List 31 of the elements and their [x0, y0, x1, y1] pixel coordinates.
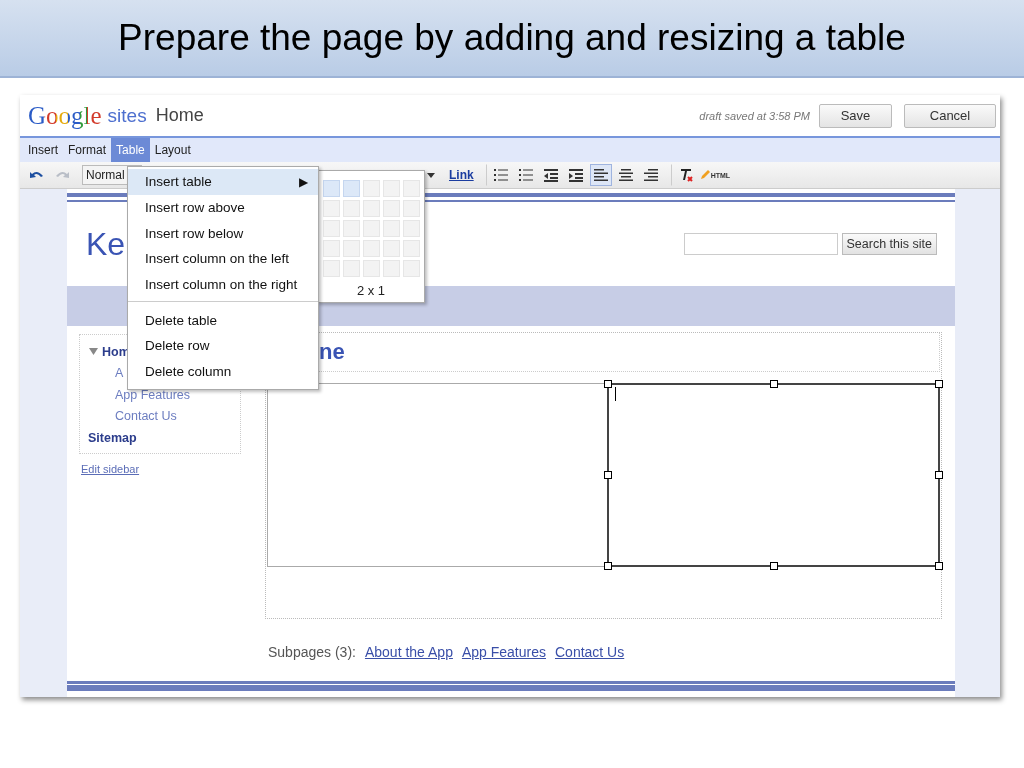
subpage-link[interactable]: About the App	[364, 644, 453, 660]
menu-item[interactable]: Format	[63, 138, 112, 162]
sidebar-item[interactable]: App Features	[115, 387, 191, 402]
search-button[interactable]: Search this site	[841, 233, 937, 255]
save-button[interactable]: Save	[819, 103, 892, 128]
draft-status: draft saved at 3:58 PM	[699, 109, 810, 122]
menu-item[interactable]: Insert row below	[128, 220, 318, 247]
subpages-label: Subpages (3):	[268, 644, 356, 660]
edit-sidebar-link[interactable]: Edit sidebar	[81, 462, 140, 475]
menu-item[interactable]: Insert table ▶	[128, 169, 318, 195]
menu-item[interactable]: Insert column on the right	[128, 271, 318, 298]
menu-item[interactable]: Delete column	[128, 358, 318, 385]
menu-item[interactable]: Insert row above	[128, 194, 318, 221]
subpage-link[interactable]: Contact Us	[555, 644, 625, 660]
menu-item[interactable]: Insert	[23, 138, 63, 162]
cancel-button[interactable]: Cancel	[904, 103, 996, 128]
product-name: sites	[107, 104, 147, 127]
page-title: ne	[319, 339, 345, 365]
sidebar-item[interactable]: A	[115, 366, 124, 381]
menu-item[interactable]: Delete table	[128, 307, 318, 334]
menu-item[interactable]: Delete row	[128, 333, 318, 359]
slide-title: Prepare the page by adding and resizing a table	[118, 17, 906, 59]
menu-item[interactable]: Insert column on the left	[128, 246, 318, 272]
page-name: Home	[155, 105, 204, 126]
link-button[interactable]: Link	[449, 168, 474, 182]
table-size-label: 2 x 1	[356, 283, 386, 298]
sidebar-item[interactable]: Contact Us	[115, 409, 177, 424]
subpage-link[interactable]: App Features	[461, 644, 546, 660]
menu-item[interactable]: Layout	[149, 138, 196, 162]
site-title: Ke	[86, 225, 126, 263]
sidebar-item[interactable]: Sitemap	[88, 430, 137, 445]
